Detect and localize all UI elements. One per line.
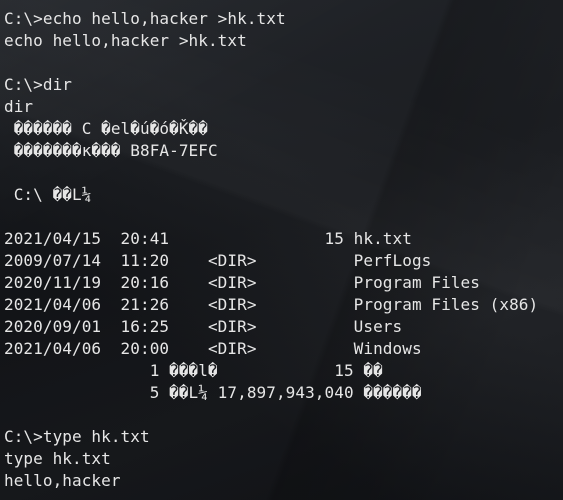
dir-listing-row: 2020/09/01 16:25 <DIR> Users bbox=[4, 317, 403, 336]
dir-listing-row: 2009/07/14 11:20 <DIR> PerfLogs bbox=[4, 251, 432, 270]
dir-listing-row: 2021/04/15 20:41 15 hk.txt bbox=[4, 229, 412, 248]
blank-line bbox=[4, 404, 538, 426]
prompt-type-command: C:\>type hk.txt bbox=[4, 427, 150, 446]
dir-listing-row: 2020/11/19 20:16 <DIR> Program Files bbox=[4, 273, 480, 292]
terminal-output: C:\>echo hello,hacker >hk.txt echo hello… bbox=[4, 8, 538, 492]
dir-command-output: dir bbox=[4, 97, 34, 116]
blank-line bbox=[4, 162, 538, 184]
echo-command-output: echo hello,hacker >hk.txt bbox=[4, 31, 247, 50]
type-command-output: type hk.txt bbox=[4, 449, 111, 468]
blank-line bbox=[4, 52, 538, 74]
prompt-echo-command: C:\>echo hello,hacker >hk.txt bbox=[4, 9, 286, 28]
directory-of-line: C:\ ��L¼ bbox=[4, 185, 92, 204]
prompt-dir-command: C:\>dir bbox=[4, 75, 72, 94]
dir-count-summary: 5 ��L¼ 17,897,943,040 ������ bbox=[4, 383, 422, 402]
blank-line bbox=[4, 206, 538, 228]
terminal-window[interactable]: C:\>echo hello,hacker >hk.txt echo hello… bbox=[0, 0, 563, 500]
file-count-summary: 1 ���l� 15 �� bbox=[4, 361, 383, 380]
dir-listing-row: 2021/04/06 21:26 <DIR> Program Files (x8… bbox=[4, 295, 539, 314]
file-contents-output: hello,hacker bbox=[4, 471, 121, 490]
volume-label-line: ������ C �el�ú�ó�Ǩ�� bbox=[4, 119, 208, 138]
volume-serial-line: �������ĸ��� B8FA-7EFC bbox=[4, 141, 218, 160]
dir-listing-row: 2021/04/06 20:00 <DIR> Windows bbox=[4, 339, 422, 358]
